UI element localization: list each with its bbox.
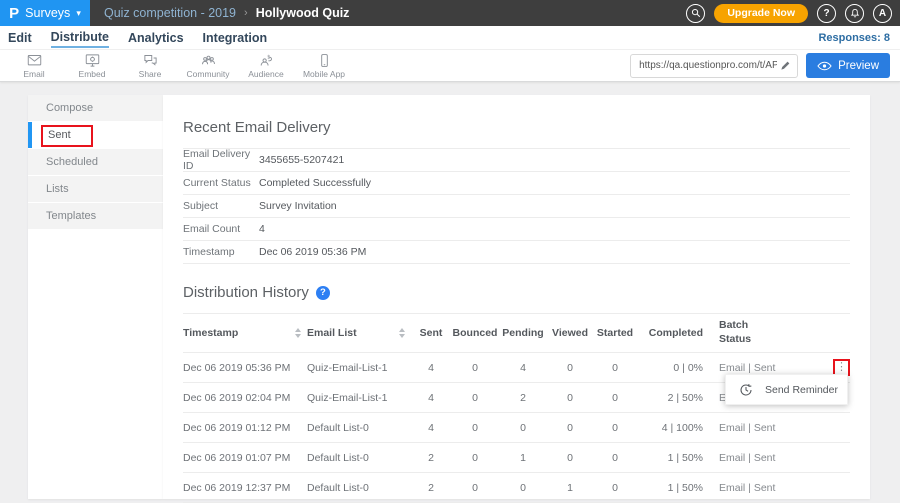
community-icon [200, 53, 217, 68]
survey-nav: Edit Distribute Analytics Integration Re… [0, 26, 900, 50]
col-email-list[interactable]: Email List [307, 327, 395, 339]
email-icon [26, 53, 43, 68]
menu-item-send-reminder[interactable]: Send Reminder [765, 384, 838, 396]
share-icon [142, 53, 159, 68]
recent-delivery-details: Email Delivery ID 3455655-5207421 Curren… [183, 148, 850, 264]
help-icon[interactable]: ? [817, 4, 836, 23]
tab-distribute[interactable]: Distribute [51, 28, 109, 48]
sidebar-item-compose[interactable]: Compose [28, 95, 163, 121]
toolbar-item-embed[interactable]: Embed [63, 53, 121, 79]
product-label: Surveys [25, 6, 70, 20]
tab-integration[interactable]: Integration [203, 29, 268, 47]
content-area: Compose Sent Scheduled Lists Templates R… [0, 82, 900, 499]
sort-icon-email-list[interactable] [399, 328, 411, 338]
toolbar-item-community[interactable]: Community [179, 53, 237, 79]
recent-email-delivery-title: Recent Email Delivery [183, 95, 850, 136]
sidebar-item-sent[interactable]: Sent [28, 122, 163, 148]
field-email-delivery-id: Email Delivery ID 3455655-5207421 [183, 149, 850, 172]
col-sent: Sent [411, 327, 451, 339]
distribution-history-title: Distribution History [183, 284, 309, 301]
sent-sidebar: Compose Sent Scheduled Lists Templates [28, 95, 163, 499]
breadcrumb-separator-icon: › [244, 7, 248, 19]
svg-text:$: $ [267, 54, 271, 60]
sidebar-item-lists[interactable]: Lists [28, 176, 163, 202]
mobile-app-icon [316, 53, 333, 68]
questionpro-logo-icon: P [9, 6, 19, 21]
responses-count[interactable]: Responses: 8 [818, 32, 890, 44]
edit-pencil-icon[interactable] [780, 60, 791, 71]
table-header-row: Timestamp Email List Sent Bounced Pendin… [183, 313, 850, 353]
survey-url-input[interactable] [639, 60, 777, 71]
col-started: Started [593, 327, 637, 339]
sidebar-item-templates[interactable]: Templates [28, 203, 163, 229]
table-row: Dec 06 2019 01:12 PM Default List-0 4 0 … [183, 413, 850, 443]
notifications-bell-icon[interactable] [845, 4, 864, 23]
field-current-status: Current Status Completed Successfully [183, 172, 850, 195]
toolbar-item-mobile-app[interactable]: Mobile App [295, 53, 353, 79]
upgrade-now-button[interactable]: Upgrade Now [714, 4, 808, 23]
breadcrumb: Quiz competition - 2019 › Hollywood Quiz [90, 0, 349, 26]
row-actions-kebab-icon[interactable]: ⋮ [836, 362, 847, 373]
chevron-down-icon: ▾ [76, 8, 81, 19]
surveys-product-menu[interactable]: P Surveys ▾ [0, 0, 90, 26]
col-batch-status: Batch Status [703, 319, 803, 346]
toolbar-item-audience[interactable]: $ Audience [237, 53, 295, 79]
distribution-history-header: Distribution History ? [183, 284, 850, 301]
annotation-box-sent: Sent [41, 125, 93, 147]
search-icon[interactable] [686, 4, 705, 23]
question-circle-icon[interactable]: ? [316, 286, 330, 300]
col-timestamp[interactable]: Timestamp [183, 327, 291, 339]
col-completed: Completed [637, 327, 703, 339]
reminder-clock-icon [739, 383, 753, 397]
topbar-actions: Upgrade Now ? A [686, 0, 900, 26]
audience-icon: $ [258, 53, 275, 68]
sort-icon-timestamp[interactable] [295, 328, 307, 338]
toolbar-item-email[interactable]: Email [5, 53, 63, 79]
tab-analytics[interactable]: Analytics [128, 29, 184, 47]
breadcrumb-folder[interactable]: Quiz competition - 2019 [104, 6, 236, 20]
tab-edit[interactable]: Edit [8, 29, 32, 47]
row-actions-context-menu: Send Reminder [725, 374, 848, 405]
field-timestamp: Timestamp Dec 06 2019 05:36 PM [183, 241, 850, 264]
field-subject: Subject Survey Invitation [183, 195, 850, 218]
distribute-toolbar: Email Embed Share Community $ Audience M… [0, 50, 900, 82]
table-row: Dec 06 2019 01:07 PM Default List-0 2 0 … [183, 443, 850, 473]
col-viewed: Viewed [547, 327, 593, 339]
preview-button[interactable]: Preview [806, 53, 890, 78]
sidebar-item-scheduled[interactable]: Scheduled [28, 149, 163, 175]
questionpro-distribute-page: P Surveys ▾ Quiz competition - 2019 › Ho… [0, 0, 900, 499]
eye-icon [817, 61, 832, 71]
distribution-history-table: Timestamp Email List Sent Bounced Pendin… [183, 313, 850, 503]
breadcrumb-survey-name: Hollywood Quiz [256, 6, 350, 20]
col-pending: Pending [499, 327, 547, 339]
main-panel: Recent Email Delivery Email Delivery ID … [163, 95, 870, 499]
col-bounced: Bounced [451, 327, 499, 339]
user-avatar[interactable]: A [873, 4, 892, 23]
topbar: P Surveys ▾ Quiz competition - 2019 › Ho… [0, 0, 900, 26]
survey-link-field [630, 54, 798, 78]
field-email-count: Email Count 4 [183, 218, 850, 241]
embed-icon [84, 53, 101, 68]
toolbar-item-share[interactable]: Share [121, 53, 179, 79]
